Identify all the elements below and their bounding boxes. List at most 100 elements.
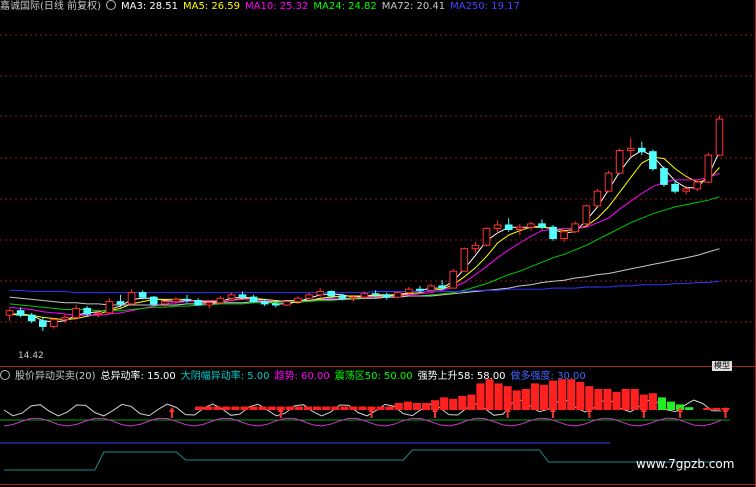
model-tag[interactable]: 模型 (712, 361, 732, 371)
candle-body (515, 226, 524, 230)
candle-body (338, 295, 347, 299)
candle-body (161, 301, 169, 305)
indicator-red-bar (521, 389, 530, 410)
candle-body (316, 290, 324, 296)
indicator-red-bar (440, 397, 449, 410)
indicator-red-bar (376, 406, 385, 410)
trend-readout: 趋势: 60.00 (274, 371, 330, 382)
indicator-red-bar (358, 406, 367, 410)
candle-body (83, 307, 92, 315)
indicator-green-bar (657, 397, 666, 410)
candle-body (615, 150, 624, 174)
indicator-header: 股价异动买卖(20) 总异动率: 15.00 大阴幅异动率: 5.00 趋势: 60.… (0, 370, 591, 384)
indicator-red-bar (576, 382, 585, 410)
indicator-red-bar (503, 386, 512, 410)
strong-readout: 强势上升58: 58.00 (417, 371, 506, 382)
indicator-red-bar (403, 401, 412, 410)
teal-line (4, 449, 721, 471)
candle-body (582, 205, 591, 225)
indicator-red-bar (530, 383, 539, 410)
candle-body (649, 151, 657, 170)
indicator-red-bar (294, 406, 303, 410)
candle-body (427, 285, 435, 291)
candle-body (227, 294, 236, 299)
candle-body (116, 301, 125, 305)
ma-line-ma250 (9, 280, 720, 294)
indicator-name[interactable]: 股价异动买卖(20) (15, 371, 96, 382)
indicator-red-bar (648, 393, 657, 410)
candle-body (682, 188, 691, 192)
low-price-label: 14.42 (18, 351, 44, 361)
indicator-red-bar (349, 406, 358, 410)
candle-body (416, 288, 424, 291)
indicator-red-bar (703, 407, 712, 410)
candle-body (38, 320, 47, 327)
indicator-red-bar (476, 383, 485, 410)
indicator-red-bar (204, 406, 213, 410)
indicator-red-bar (322, 406, 331, 410)
watermark: www.7gpzb.com (636, 457, 735, 471)
indicator-red-bar (467, 394, 476, 410)
candle-body (138, 292, 147, 298)
stock-title[interactable]: 嘉诚国际(日线 前复权) (0, 1, 101, 12)
candle-body (371, 293, 380, 296)
zone-readout: 震荡区50: 50.00 (334, 371, 413, 382)
indicator-red-bar (394, 403, 403, 410)
indicator-red-bar (231, 406, 240, 410)
indicator-green-bar (666, 401, 676, 410)
chart-canvas[interactable] (0, 0, 756, 487)
candle-body (482, 227, 491, 246)
indicator-red-bar (240, 406, 249, 410)
candle-body (382, 294, 391, 298)
ma5-readout: MA5: 26.59 (183, 1, 241, 12)
indicator-red-bar (249, 406, 258, 410)
candle-body (27, 314, 36, 322)
indicator-red-bar (494, 383, 503, 410)
indicator-settings-icon[interactable] (0, 370, 10, 380)
indicator-red-bar (539, 384, 548, 410)
indicator-red-bar (285, 406, 294, 410)
big-rate-readout: 大阴幅异动率: 5.00 (180, 371, 270, 382)
indicator-red-bar (458, 396, 467, 410)
candle-body (504, 224, 513, 230)
candle-body (560, 231, 568, 240)
candle-body (50, 319, 58, 327)
candle-body (715, 118, 724, 156)
indicator-red-bar (331, 406, 340, 410)
indicator-red-bar (594, 389, 603, 410)
candle-body (571, 223, 580, 233)
ma3-readout: MA3: 28.51 (120, 1, 178, 12)
candle-body (105, 301, 114, 314)
candle-body (260, 301, 269, 305)
candle-body (61, 316, 69, 321)
ma24-readout: MA24: 24.82 (313, 1, 377, 12)
candle-body (460, 248, 469, 272)
candle-body (238, 294, 247, 298)
candle-body (271, 303, 280, 306)
candle-body (283, 301, 291, 306)
candle-body (183, 298, 191, 302)
indicator-red-bar (621, 389, 630, 410)
candle-body (693, 181, 702, 190)
candle-body (172, 298, 180, 303)
candle-body (194, 300, 202, 306)
indicator-red-bar (313, 406, 322, 410)
candle-body (94, 312, 103, 315)
indicator-red-bar (512, 390, 521, 410)
indicator-red-bar (213, 406, 222, 410)
indicator-red-bar (258, 406, 267, 410)
candle-body (527, 223, 535, 228)
candle-body (671, 183, 679, 192)
candle-body (149, 296, 158, 305)
candle-body (471, 244, 480, 250)
indicator-red-bar (585, 386, 594, 410)
candle-body (637, 147, 646, 153)
candle-body (127, 292, 136, 305)
ma250-readout: MA250: 19.17 (450, 1, 520, 12)
indicator-red-bar (412, 403, 421, 410)
indicator-red-bar (222, 406, 231, 410)
indicator-red-bar (603, 389, 612, 410)
candle-body (405, 288, 413, 294)
settings-circle-icon[interactable] (105, 0, 116, 10)
indicator-red-bar (340, 406, 349, 410)
